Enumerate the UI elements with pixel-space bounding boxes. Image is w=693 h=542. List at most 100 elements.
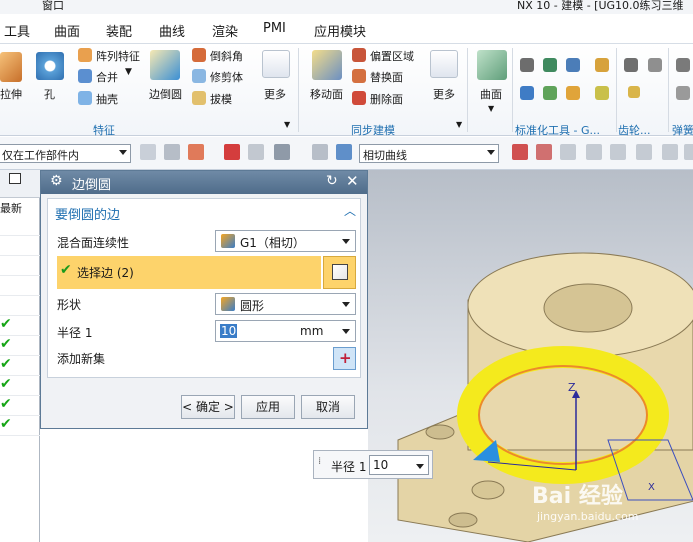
- continuity-dropdown[interactable]: G1（相切）: [215, 230, 356, 252]
- draft-button[interactable]: 拔模: [210, 91, 232, 107]
- tab-render[interactable]: 渲染: [212, 21, 238, 40]
- filter-tool-2-icon[interactable]: [164, 144, 180, 160]
- draft-icon[interactable]: [192, 91, 206, 105]
- curve-rule-dropdown[interactable]: 相切曲线: [359, 144, 499, 163]
- std-tool-2-icon[interactable]: [543, 58, 557, 72]
- list-item[interactable]: [0, 296, 40, 316]
- tab-applications[interactable]: 应用模块: [314, 21, 366, 40]
- close-icon[interactable]: ✕: [346, 172, 359, 190]
- spring-tool-1-icon[interactable]: [676, 58, 690, 72]
- section-title[interactable]: 要倒圆的边: [55, 204, 120, 223]
- list-item[interactable]: ✔: [0, 336, 40, 356]
- offset-region-icon[interactable]: [352, 48, 366, 62]
- cancel-button[interactable]: 取消: [301, 395, 355, 419]
- std-tool-1-icon[interactable]: [520, 58, 534, 72]
- selection-scope-dropdown[interactable]: 仅在工作部件内: [0, 144, 131, 163]
- ok-button[interactable]: < 确定 >: [181, 395, 235, 419]
- shell-icon[interactable]: [78, 91, 92, 105]
- delete-face-icon[interactable]: [352, 91, 366, 105]
- list-item[interactable]: ✔: [0, 356, 40, 376]
- move-face-button[interactable]: 移动面: [310, 86, 343, 102]
- reset-icon[interactable]: ↻: [326, 173, 338, 189]
- radius-field[interactable]: 10 mm: [215, 320, 356, 342]
- curve-tool-7-icon[interactable]: [662, 144, 678, 160]
- more-features-icon[interactable]: [262, 50, 290, 78]
- trim-body-icon[interactable]: [192, 69, 206, 83]
- dialog-titlebar[interactable]: ⚙ 边倒圆 ↻ ✕: [41, 171, 367, 194]
- filter-tool-5-icon[interactable]: [248, 144, 264, 160]
- chamfer-button[interactable]: 倒斜角: [210, 48, 243, 64]
- extrude-icon[interactable]: [0, 52, 22, 82]
- list-item[interactable]: [0, 256, 40, 276]
- tab-tools[interactable]: 工具: [4, 21, 30, 40]
- std-tool-5-icon[interactable]: [520, 86, 534, 100]
- tab-pmi[interactable]: PMI: [263, 21, 286, 36]
- surface-icon[interactable]: [477, 50, 507, 80]
- pattern-icon[interactable]: [78, 48, 92, 62]
- edge-blend-button[interactable]: 边倒圆: [149, 86, 182, 102]
- list-item[interactable]: ✔: [0, 316, 40, 336]
- radius-value[interactable]: 10: [220, 324, 238, 338]
- curve-tool-5-icon[interactable]: [610, 144, 626, 160]
- std-tool-7-icon[interactable]: [566, 86, 580, 100]
- list-item[interactable]: ✔: [0, 396, 40, 416]
- apply-button[interactable]: 应用: [241, 395, 295, 419]
- unite-button[interactable]: 合并: [96, 69, 118, 85]
- select-edge-row[interactable]: ✔ 选择边 (2): [57, 256, 321, 289]
- curve-tool-1-icon[interactable]: [512, 144, 528, 160]
- snap-point-icon[interactable]: [224, 144, 240, 160]
- move-face-icon[interactable]: [312, 50, 342, 80]
- curve-tool-3-icon[interactable]: [560, 144, 576, 160]
- hole-button[interactable]: 孔: [44, 86, 55, 102]
- offset-region-button[interactable]: 偏置区域: [370, 48, 414, 64]
- filter-tool-8-icon[interactable]: [336, 144, 352, 160]
- graphics-viewport[interactable]: Z X: [368, 170, 693, 542]
- gear-tool-1-icon[interactable]: [624, 58, 638, 72]
- sync-group-expand-icon[interactable]: ▼: [456, 120, 462, 129]
- more-features-button[interactable]: 更多: [264, 86, 286, 102]
- list-item[interactable]: [0, 216, 40, 236]
- tab-assembly[interactable]: 装配: [106, 21, 132, 40]
- filter-tool-1-icon[interactable]: [140, 144, 156, 160]
- curve-tool-8-icon[interactable]: [684, 144, 693, 160]
- navigator-column-latest[interactable]: 最新: [0, 200, 22, 216]
- surface-dropdown-icon[interactable]: ▼: [488, 104, 494, 113]
- std-tool-4-icon[interactable]: [595, 58, 609, 72]
- replace-face-icon[interactable]: [352, 69, 366, 83]
- curve-tool-6-icon[interactable]: [636, 144, 652, 160]
- edge-blend-icon[interactable]: [150, 50, 180, 80]
- trim-body-button[interactable]: 修剪体: [210, 69, 243, 85]
- list-item[interactable]: ✔: [0, 376, 40, 396]
- tab-curve[interactable]: 曲线: [159, 21, 185, 40]
- curve-tool-2-icon[interactable]: [536, 144, 552, 160]
- grip-handle-icon[interactable]: ⁞: [318, 456, 321, 467]
- list-item[interactable]: [0, 236, 40, 256]
- unite-dropdown-icon[interactable]: ▼: [125, 67, 132, 77]
- list-item[interactable]: [0, 276, 40, 296]
- delete-face-button[interactable]: 删除面: [370, 91, 403, 107]
- collapse-icon[interactable]: ︿: [344, 202, 356, 219]
- add-new-set-button[interactable]: +: [333, 347, 356, 370]
- pattern-button[interactable]: 阵列特征: [96, 48, 140, 64]
- std-tool-3-icon[interactable]: [566, 58, 580, 72]
- shell-button[interactable]: 抽壳: [96, 91, 118, 107]
- filter-tool-7-icon[interactable]: [312, 144, 328, 160]
- select-edge-button[interactable]: [323, 256, 356, 289]
- surface-button[interactable]: 曲面: [480, 86, 502, 102]
- radius-onscreen-field[interactable]: 10: [369, 455, 429, 475]
- window-menu[interactable]: 窗口: [42, 0, 64, 13]
- unite-icon[interactable]: [78, 69, 92, 83]
- replace-face-button[interactable]: 替换面: [370, 69, 403, 85]
- list-item[interactable]: ✔: [0, 416, 40, 436]
- gear-tool-2-icon[interactable]: [648, 58, 662, 72]
- curve-tool-4-icon[interactable]: [586, 144, 602, 160]
- chamfer-icon[interactable]: [192, 48, 206, 62]
- std-tool-8-icon[interactable]: [595, 86, 609, 100]
- filter-tool-3-icon[interactable]: [188, 144, 204, 160]
- gear-tool-3-icon[interactable]: [628, 86, 640, 98]
- spring-tool-2-icon[interactable]: [676, 86, 690, 100]
- tab-surface[interactable]: 曲面: [54, 21, 80, 40]
- more-sync-button[interactable]: 更多: [433, 86, 455, 102]
- box-select-icon[interactable]: [274, 144, 290, 160]
- hole-icon[interactable]: [36, 52, 64, 80]
